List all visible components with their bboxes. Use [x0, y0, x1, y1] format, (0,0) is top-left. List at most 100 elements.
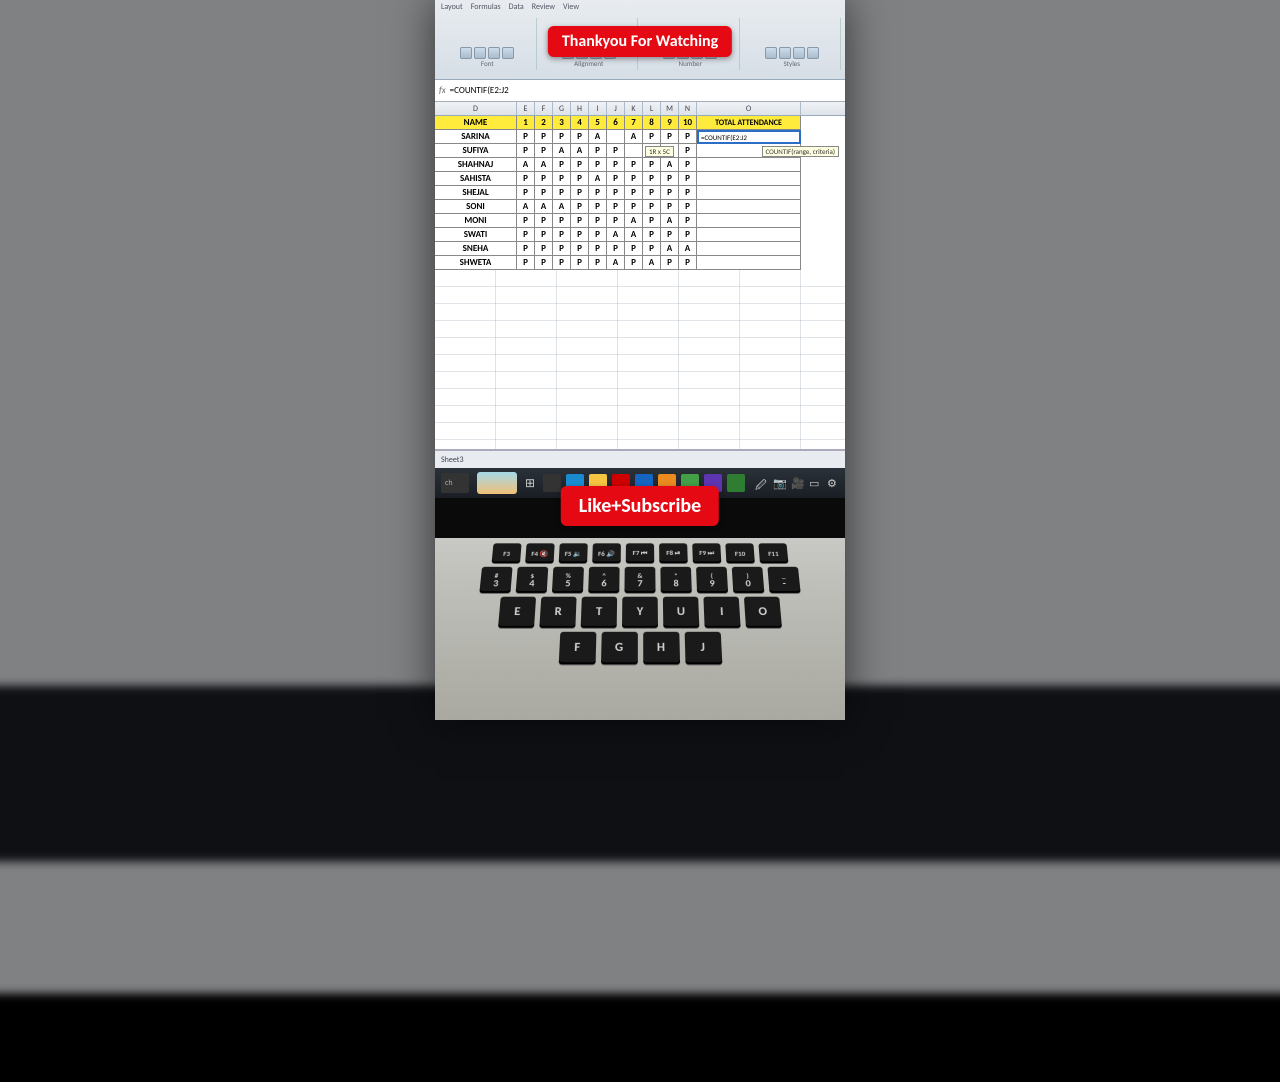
attendance-cell[interactable]: P	[589, 144, 607, 158]
name-cell[interactable]: SAHISTA	[435, 172, 517, 186]
column-header[interactable]: F	[535, 102, 553, 115]
attendance-cell[interactable]: P	[589, 228, 607, 242]
column-header[interactable]: E	[517, 102, 535, 115]
sheet-tabs[interactable]: Sheet3	[435, 450, 845, 468]
attendance-cell[interactable]: P	[679, 172, 697, 186]
name-cell[interactable]: SONI	[435, 200, 517, 214]
attendance-cell[interactable]	[625, 144, 643, 158]
attendance-cell[interactable]: P	[517, 186, 535, 200]
name-cell[interactable]: SHWETA	[435, 256, 517, 270]
systray-icon[interactable]: 📷	[773, 477, 785, 489]
attendance-cell[interactable]: P	[643, 172, 661, 186]
total-cell[interactable]: =COUNTIF(E2:J2	[697, 130, 801, 144]
column-header[interactable]: L	[643, 102, 661, 115]
column-header[interactable]: D	[435, 102, 517, 115]
attendance-cell[interactable]: A	[517, 158, 535, 172]
taskbar-search[interactable]: ch	[441, 473, 469, 493]
total-cell[interactable]	[697, 228, 801, 242]
total-cell[interactable]	[697, 242, 801, 256]
attendance-cell[interactable]: P	[661, 172, 679, 186]
attendance-cell[interactable]: A	[571, 144, 589, 158]
attendance-cell[interactable]: A	[643, 256, 661, 270]
attendance-cell[interactable]: A	[553, 144, 571, 158]
attendance-cell[interactable]: P	[607, 144, 625, 158]
attendance-cell[interactable]: A	[589, 172, 607, 186]
systray-icon[interactable]: ⚙	[827, 477, 839, 489]
day-header-cell[interactable]: 4	[571, 116, 589, 130]
attendance-cell[interactable]: P	[643, 214, 661, 228]
attendance-cell[interactable]: P	[571, 130, 589, 144]
attendance-cell[interactable]: P	[625, 172, 643, 186]
day-header-cell[interactable]: 6	[607, 116, 625, 130]
attendance-cell[interactable]: P	[643, 242, 661, 256]
ribbon-button-icon[interactable]	[793, 47, 805, 59]
day-header-cell[interactable]: 8	[643, 116, 661, 130]
ribbon-tab[interactable]: Review	[532, 2, 555, 12]
attendance-cell[interactable]: P	[571, 186, 589, 200]
name-cell[interactable]: SHAHNAJ	[435, 158, 517, 172]
attendance-cell[interactable]: P	[661, 130, 679, 144]
attendance-cell[interactable]	[607, 130, 625, 144]
attendance-cell[interactable]: P	[535, 256, 553, 270]
attendance-cell[interactable]: P	[607, 242, 625, 256]
spreadsheet-grid[interactable]: NAME12345678910TOTAL ATTENDANCE SARINAPP…	[435, 116, 845, 270]
attendance-cell[interactable]: P	[625, 158, 643, 172]
attendance-cell[interactable]: A	[625, 130, 643, 144]
attendance-cell[interactable]: A	[661, 158, 679, 172]
attendance-cell[interactable]: P	[589, 186, 607, 200]
sheet-tab-label[interactable]: Sheet3	[441, 455, 464, 465]
ribbon-tab[interactable]: Formulas	[471, 2, 501, 12]
systray-icon[interactable]: 🖉	[755, 477, 767, 489]
attendance-cell[interactable]: P	[661, 256, 679, 270]
column-header[interactable]: M	[661, 102, 679, 115]
empty-grid-area[interactable]	[435, 270, 845, 450]
attendance-cell[interactable]: P	[679, 214, 697, 228]
name-header-cell[interactable]: NAME	[435, 116, 517, 130]
name-cell[interactable]: SHEJAL	[435, 186, 517, 200]
attendance-cell[interactable]: P	[661, 186, 679, 200]
total-cell[interactable]	[697, 172, 801, 186]
attendance-cell[interactable]: P	[589, 256, 607, 270]
name-cell[interactable]: MONI	[435, 214, 517, 228]
day-header-cell[interactable]: 3	[553, 116, 571, 130]
attendance-cell[interactable]: P	[679, 200, 697, 214]
attendance-cell[interactable]: P	[679, 130, 697, 144]
ribbon-tab[interactable]: View	[563, 2, 579, 12]
attendance-cell[interactable]: P	[571, 214, 589, 228]
total-cell[interactable]	[697, 158, 801, 172]
attendance-cell[interactable]: P	[589, 214, 607, 228]
attendance-cell[interactable]: P	[535, 144, 553, 158]
attendance-cell[interactable]: P	[589, 200, 607, 214]
attendance-cell[interactable]: P	[553, 228, 571, 242]
formula-bar[interactable]: fx =COUNTIF(E2:J2	[435, 80, 845, 102]
attendance-cell[interactable]: P	[643, 130, 661, 144]
ribbon-group[interactable]: Styles	[744, 18, 842, 70]
attendance-cell[interactable]: P	[553, 214, 571, 228]
day-header-cell[interactable]: 10	[679, 116, 697, 130]
attendance-cell[interactable]: P	[535, 186, 553, 200]
attendance-cell[interactable]: P	[643, 200, 661, 214]
column-header[interactable]: K	[625, 102, 643, 115]
attendance-cell[interactable]: P	[517, 256, 535, 270]
attendance-cell[interactable]: A	[625, 228, 643, 242]
attendance-cell[interactable]: P	[643, 158, 661, 172]
ribbon-button-icon[interactable]	[474, 47, 486, 59]
attendance-cell[interactable]: P	[589, 242, 607, 256]
attendance-cell[interactable]: P	[517, 214, 535, 228]
attendance-cell[interactable]: P	[517, 242, 535, 256]
attendance-cell[interactable]: P	[589, 158, 607, 172]
attendance-cell[interactable]: P	[517, 144, 535, 158]
task-view-icon[interactable]: ⊞	[525, 476, 535, 491]
day-header-cell[interactable]: 9	[661, 116, 679, 130]
attendance-cell[interactable]: P	[571, 200, 589, 214]
taskbar-weather-widget[interactable]	[477, 472, 517, 494]
ribbon-button-icon[interactable]	[502, 47, 514, 59]
attendance-cell[interactable]: P	[607, 158, 625, 172]
attendance-cell[interactable]: P	[517, 172, 535, 186]
attendance-cell[interactable]: P	[625, 200, 643, 214]
attendance-cell[interactable]: P	[679, 228, 697, 242]
name-cell[interactable]: SWATI	[435, 228, 517, 242]
total-cell[interactable]	[697, 186, 801, 200]
formula-content[interactable]: =COUNTIF(E2:J2	[450, 85, 509, 96]
attendance-cell[interactable]: P	[607, 186, 625, 200]
